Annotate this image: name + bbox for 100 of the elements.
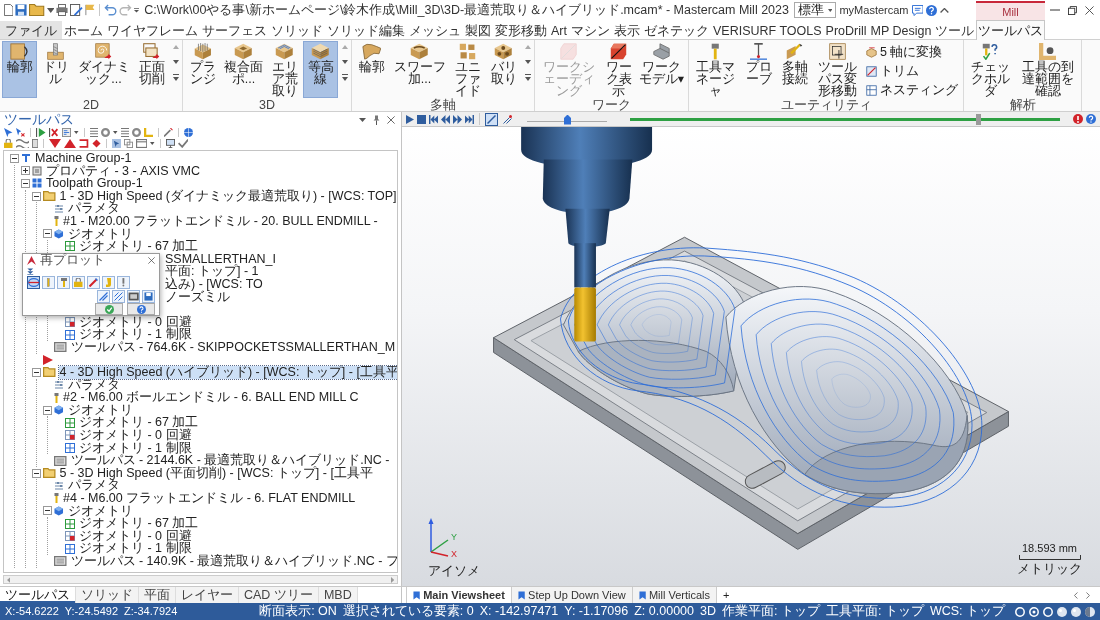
tree-toggle-icon[interactable] [32,468,41,478]
tree-item[interactable]: 5 - 3D High Speed (平面切削) - [WCS: トップ] - [工具平 [58,466,374,480]
printer-icon[interactable] [56,4,69,16]
window-icon[interactable] [135,139,148,148]
tree-item[interactable]: 平面: トップ] - 1 [164,265,260,278]
tree-item[interactable]: #1 - M20.00 フラットエンドミル - 20. BULL ENDMILL - [62,214,379,228]
ribbon-button[interactable]: ダイナミック... [74,41,133,98]
ribbon-button[interactable]: プランジ [185,41,220,98]
ribbon-button[interactable]: 正面切削 [134,41,169,98]
tree-item[interactable]: Toolpath Group-1 [45,177,144,190]
ring-icon[interactable] [132,128,142,137]
tree-item[interactable]: ジオメトリ - 1 制限 [78,441,193,455]
tree-toggle-icon[interactable] [32,191,41,201]
ribbon-tab[interactable]: ツールパス [975,20,1045,40]
panel-tab[interactable]: CAD ツリー [239,587,319,603]
tree-item[interactable]: ジオメトリ - 1 制限 [78,328,193,341]
check-mark-icon[interactable] [177,139,189,148]
caret-icon[interactable] [113,131,118,134]
lines-icon[interactable] [89,128,99,137]
ribbon-tab[interactable]: ワイヤフレーム [105,21,200,39]
chevron-right-icon[interactable] [1086,591,1090,599]
gallery-scroll-icon[interactable] [172,43,180,83]
tree-item[interactable]: 1 - 3D High Speed (ダイナミック最適荒取り) - [WCS: TOP] [58,189,397,203]
ribbon-button[interactable]: バリ取り [486,41,521,98]
tree-toggle-icon[interactable] [32,367,41,377]
double-chevron-icon[interactable] [27,268,34,275]
caret-icon[interactable] [46,7,55,13]
ribbon-button[interactable]: 等高線 [303,41,338,98]
ribbon-tab[interactable]: マシン [569,21,612,39]
ribbon-button[interactable]: 多軸接続 [777,41,812,98]
option-toggle[interactable] [42,276,55,289]
ribbon-tab[interactable]: サーフェス [200,21,269,39]
option-toggle[interactable] [72,276,85,289]
play-icon[interactable] [36,128,47,137]
tree-item[interactable]: ジオメトリ - 0 回避 [78,315,193,329]
fast-forward-icon[interactable] [453,114,462,124]
tree-item[interactable]: ツールパス - 140.9K - 最適荒取り＆ハイブリッド.NC - フ [69,555,397,568]
collapse-icon[interactable] [940,7,949,13]
ribbon-button[interactable]: スワーフ加... [390,41,449,98]
option-toggle[interactable] [27,276,40,289]
tree-toggle-icon[interactable] [10,153,19,163]
tree-toggle-icon[interactable] [43,229,52,239]
list-box-icon[interactable] [62,128,72,137]
panel-tab[interactable]: 平面 [139,587,176,603]
tree-item[interactable]: パラメタ [67,479,121,493]
tree-item[interactable]: ジオメトリ [66,403,134,417]
tree-item[interactable]: SSMALLERTHAN_I [164,252,277,266]
cross-icon[interactable] [49,128,60,137]
ribbon-tab[interactable]: 製図 [463,21,493,39]
tree-item[interactable]: ツールパス - 2144.6K - 最適荒取り＆ハイブリッド.NC - [69,454,391,467]
panel-tab[interactable]: レイヤー [176,587,239,603]
globe-icon[interactable] [184,128,194,137]
ribbon-tab[interactable]: ProDrill [823,21,869,39]
gallery-scroll-icon[interactable] [524,43,532,83]
ribbon-tab[interactable]: MP Design ツール [868,21,976,39]
ribbon-button[interactable]: ドリル [38,41,73,98]
ribbon-tab[interactable]: ホーム [62,21,105,39]
option-toggle[interactable] [112,290,125,303]
panel-tab[interactable]: ソリッド [76,587,139,603]
restore-icon[interactable] [1068,5,1077,15]
tree-item[interactable]: ジオメトリ [66,227,134,241]
ribbon-button[interactable]: プローブ [741,41,776,98]
sphere-icon[interactable] [1071,606,1081,617]
ribbon-tab[interactable]: Art [549,21,569,39]
squares-icon[interactable] [123,139,133,148]
view-tab[interactable]: Mill Verticals [632,587,718,603]
tree-item[interactable]: ツールパス - 764.6K - SKIPPOCKETSSMALLERTHAN_M [69,340,397,354]
tree-item[interactable]: 込み) - [WCS: TO [164,277,264,291]
ribbon-tab[interactable]: ソリッド [269,21,325,39]
ribbon-button[interactable]: ワーク表示 [601,41,636,98]
position-slider-thumb[interactable] [976,113,982,125]
close-icon[interactable] [148,257,155,264]
tree-item[interactable]: パラメタ [67,378,121,392]
sphere-icon[interactable] [1057,606,1067,617]
toggle-button[interactable] [485,112,498,126]
pin-icon[interactable] [373,114,380,125]
lines-icon[interactable] [120,128,130,137]
tree-toggle-icon[interactable] [21,166,30,176]
option-toggle[interactable] [57,276,70,289]
file-tab[interactable]: ファイル [0,21,62,39]
tree-item[interactable]: Machine Group-1 [34,152,133,165]
customize-icon[interactable] [134,7,140,13]
speed-slider-thumb[interactable] [564,114,571,125]
down-triangle-icon[interactable] [49,139,62,148]
view-style-dropdown[interactable]: 標準 [793,2,837,18]
document-icon[interactable] [32,139,39,148]
ribbon-button[interactable]: 5 軸に変換 [864,44,960,60]
ribbon-button[interactable]: 輪郭 [2,41,37,98]
chat-icon[interactable] [911,4,923,16]
undo-icon[interactable] [104,4,118,16]
panel-tab[interactable]: MBD [318,587,358,603]
account-link[interactable]: myMastercam [839,4,909,16]
help-icon[interactable] [926,4,937,16]
half-disc-icon[interactable] [1085,606,1095,617]
tree-item[interactable]: プロパティ - 3 - AXIS VMC [45,164,201,178]
ribbon-button[interactable]: ネスティング [864,82,960,98]
ribbon-tab[interactable]: VERISURF TOOLS [711,21,824,39]
help-icon[interactable] [1086,114,1096,124]
tree-toggle-icon[interactable] [43,405,52,415]
monitor-icon[interactable] [165,139,175,148]
